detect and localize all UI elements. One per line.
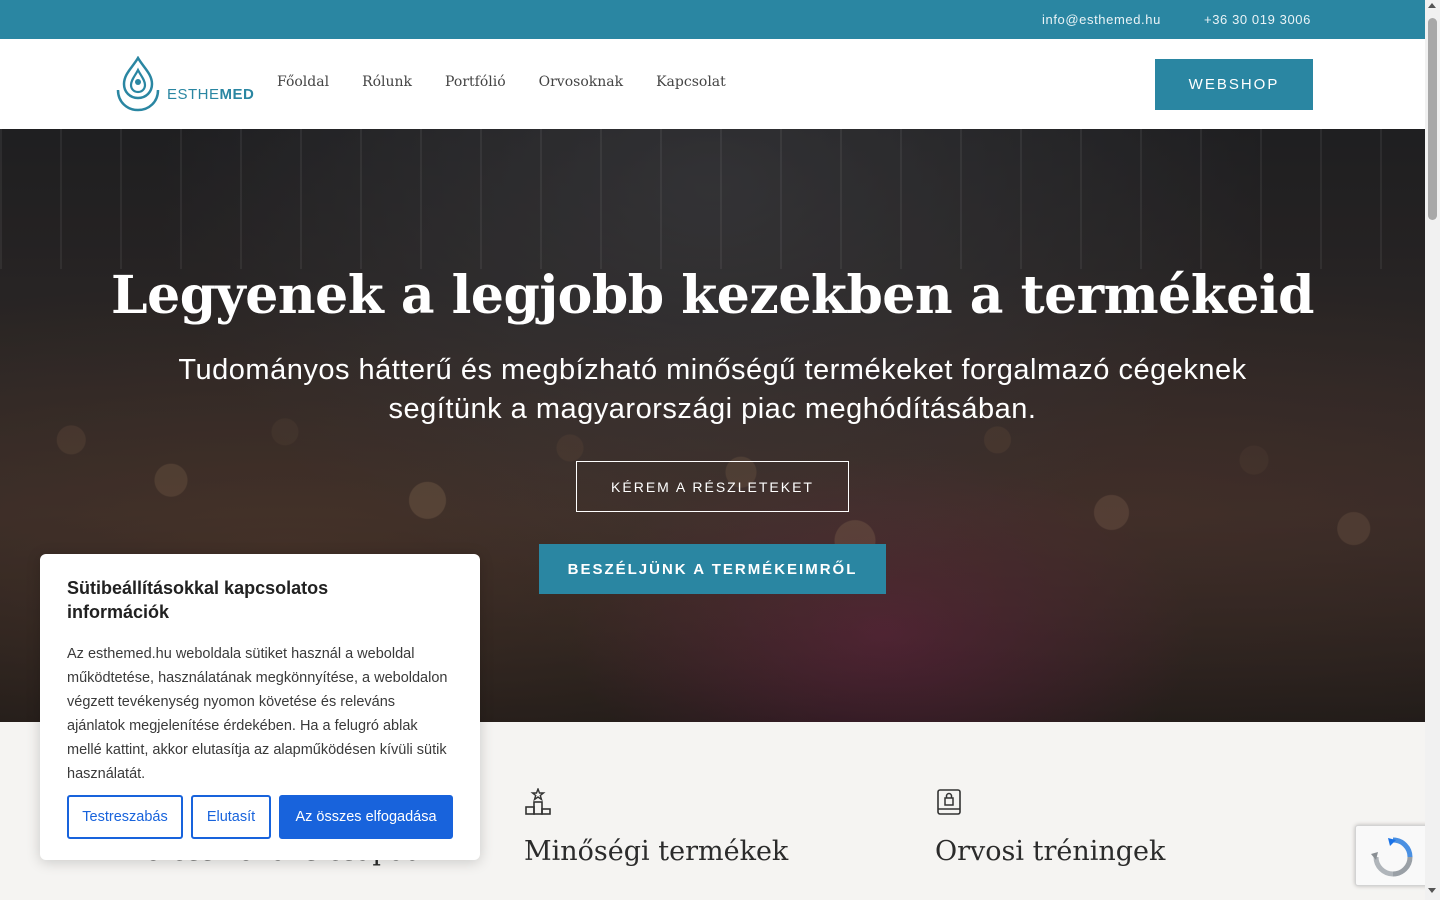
hero-subtitle: Tudományos hátterű és megbízható minőség… [178,354,1247,425]
cookie-buttons: Testreszabás Elutasít Az összes elfogadá… [67,795,453,839]
nav-item-orvosoknak[interactable]: Orvosoknak [539,74,623,90]
recaptcha-icon [1371,837,1413,877]
scroll-down-arrow-icon[interactable] [1428,888,1436,893]
webshop-button[interactable]: WEBSHOP [1155,59,1313,110]
nav-item-kapcsolat[interactable]: Kapcsolat [656,74,726,90]
talk-about-products-button[interactable]: BESZÉLJÜNK A TERMÉKEIMRŐL [539,544,886,594]
drop-logo-icon [116,56,160,112]
logo-word-bold: MED [219,86,255,103]
cookie-title: Sütibeállításokkal kapcsolatos informáci… [67,578,329,622]
cookie-reject-button[interactable]: Elutasít [191,795,271,839]
main-nav: Főoldal Rólunk Portfólió Orvosoknak Kapc… [277,74,759,90]
cookie-text: Az esthemed.hu weboldala sütiket használ… [67,646,448,782]
email-link[interactable]: info@esthemed.hu [1042,12,1161,27]
top-contact-bar: info@esthemed.hu +36 30 019 3006 [0,0,1425,39]
phone-link[interactable]: +36 30 019 3006 [1204,12,1311,27]
cookie-accept-all-button[interactable]: Az összes elfogadása [279,795,453,839]
nav-item-rolunk[interactable]: Rólunk [362,74,412,90]
scrollbar-thumb[interactable] [1428,18,1437,220]
logo-wordmark: ESTHEMED [167,86,254,103]
logo-word-light: ESTHE [167,86,220,103]
scroll-up-arrow-icon[interactable] [1428,3,1436,8]
details-button[interactable]: KÉREM A RÉSZLETEKET [576,461,849,512]
feature-title: Orvosi tréningek [935,836,1166,867]
feature-title: Minőségi termékek [524,836,789,867]
nav-item-portfolio[interactable]: Portfólió [445,74,506,90]
esthemed-logo[interactable]: ESTHEMED [114,56,254,112]
cookie-consent-dialog: Sütibeállításokkal kapcsolatos informáci… [40,554,480,860]
cookie-customize-button[interactable]: Testreszabás [67,795,183,839]
page-scrollbar[interactable] [1425,0,1440,900]
locked-book-icon [937,789,961,815]
nav-item-fooldal[interactable]: Főoldal [277,74,329,90]
hero-title: Legyenek a legjobb kezekben a termékeid [111,265,1314,326]
site-header: ESTHEMED Főoldal Rólunk Portfólió Orvoso… [0,39,1425,129]
recaptcha-badge[interactable] [1355,825,1430,886]
podium-icon [525,788,551,815]
